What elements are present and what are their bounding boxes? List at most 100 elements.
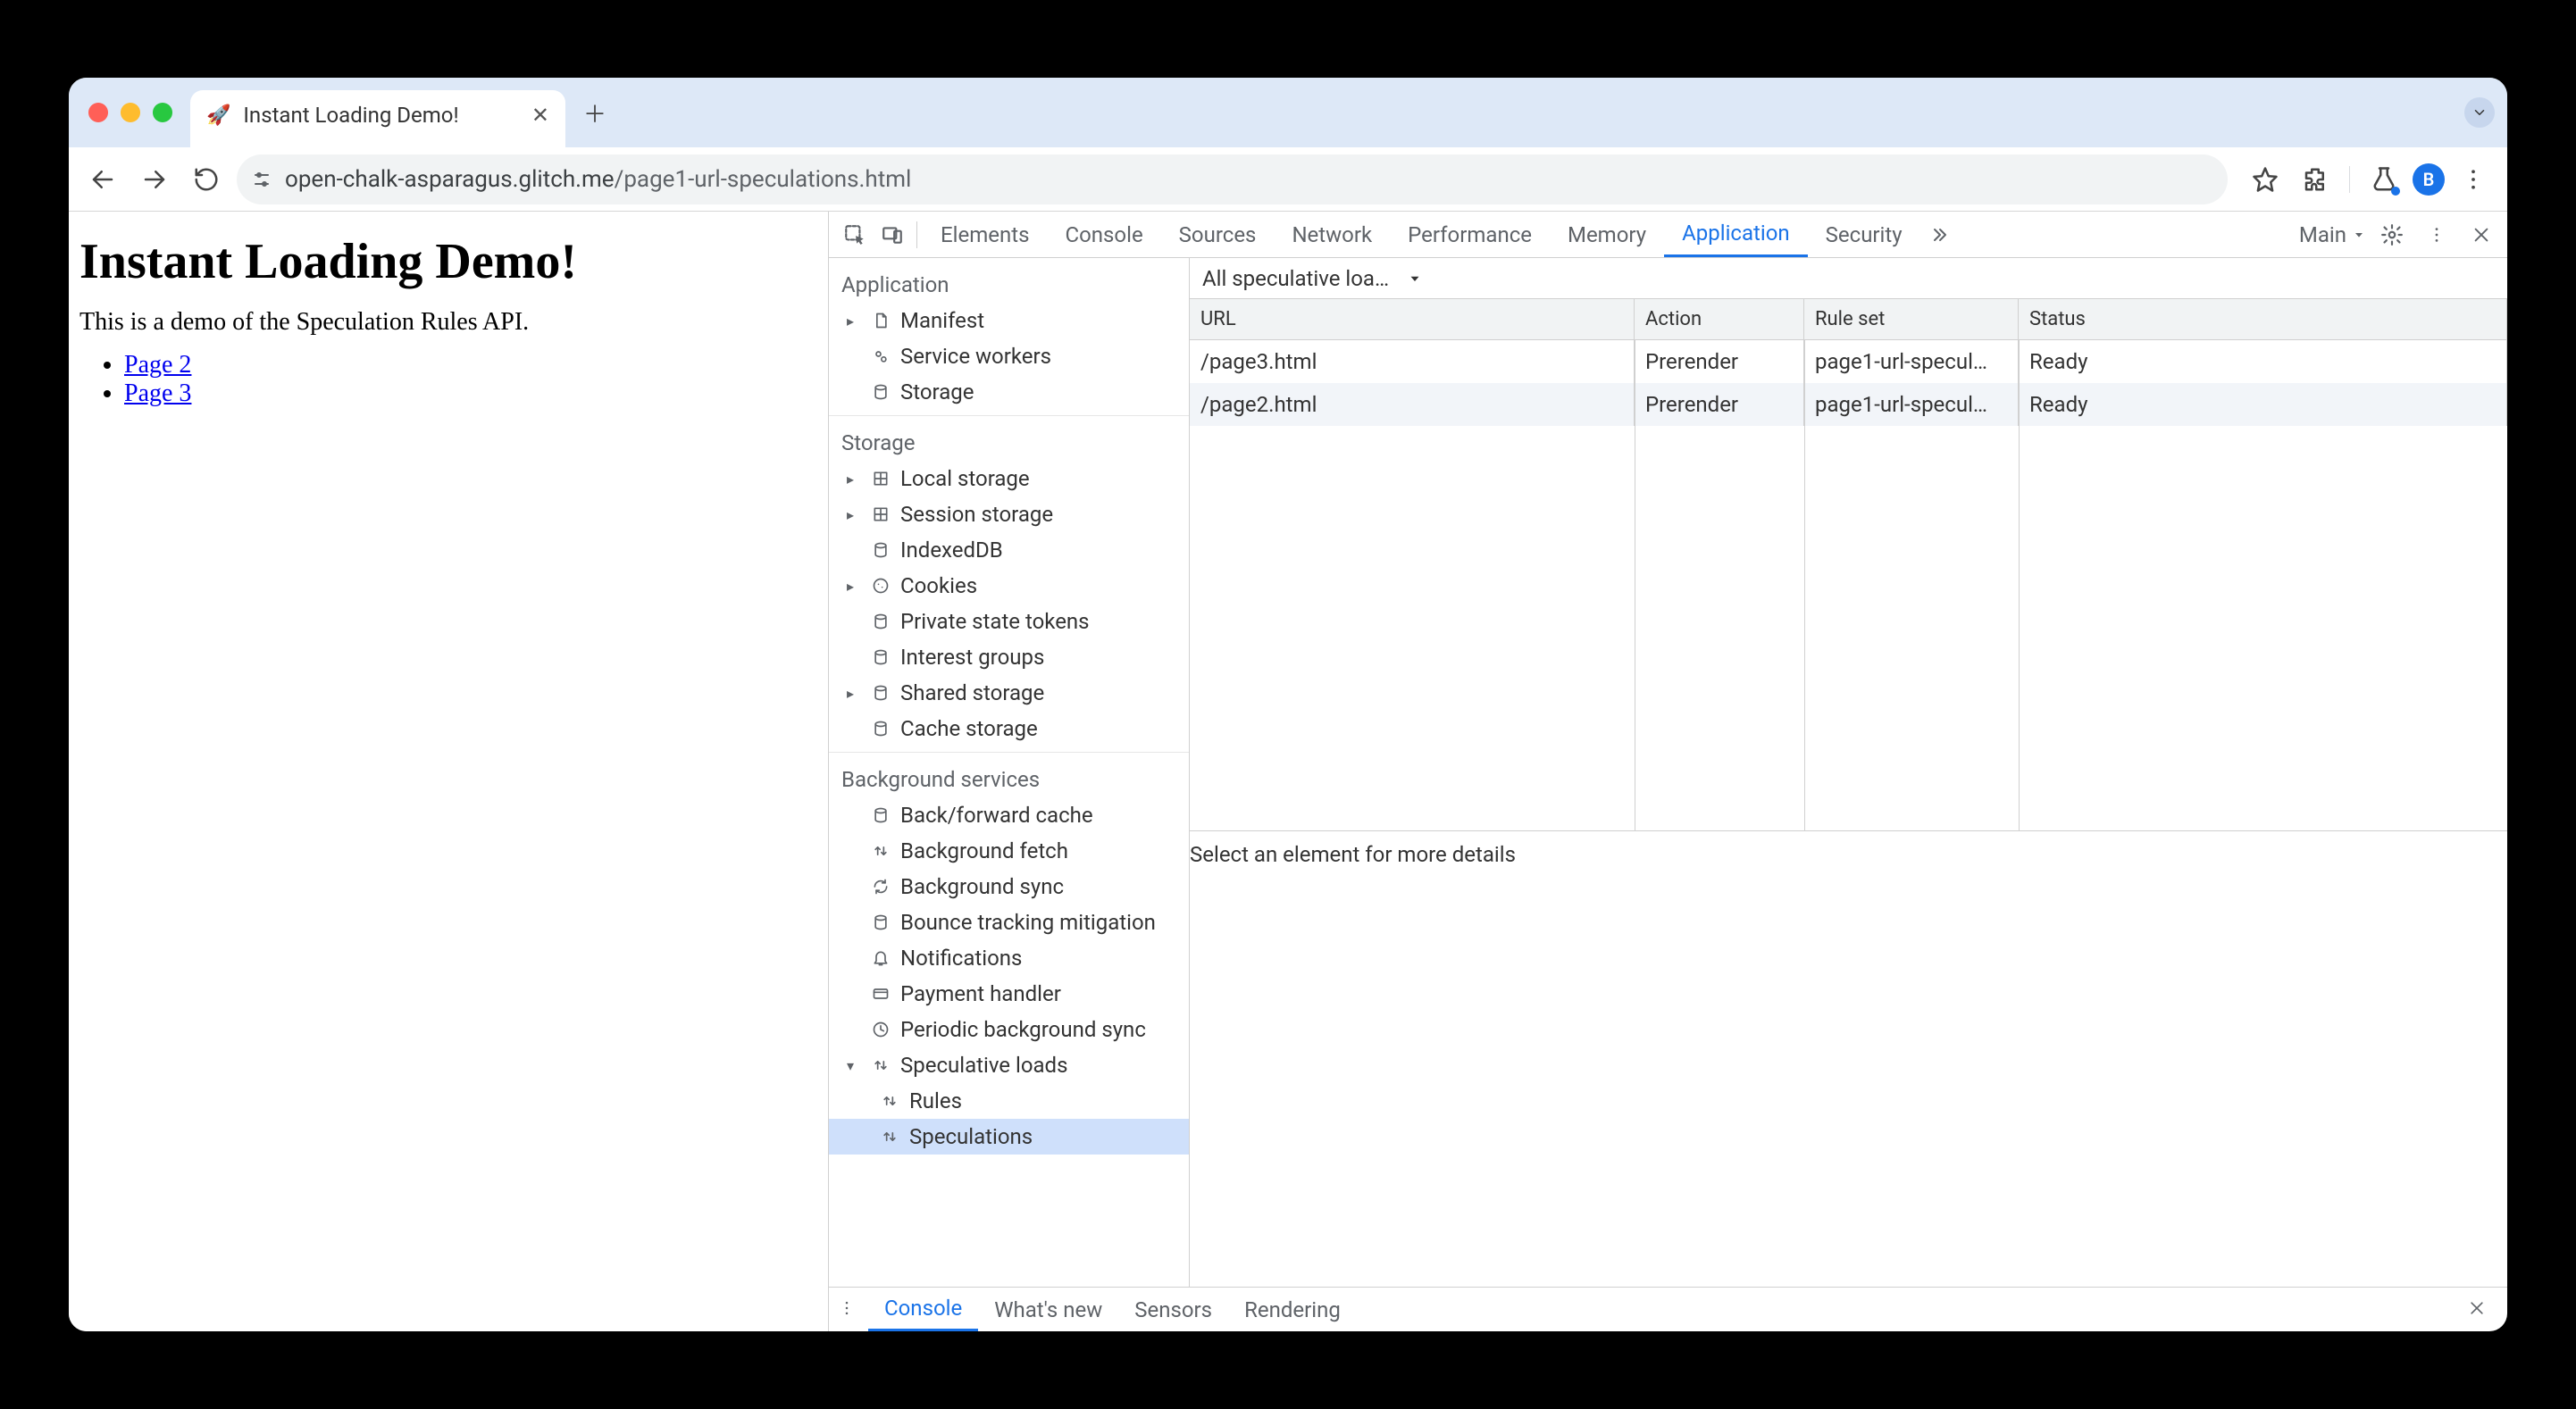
sidebar-item-rules[interactable]: Rules — [829, 1083, 1189, 1119]
sidebar-item-storage[interactable]: Storage — [829, 374, 1189, 410]
drawer-tab-console[interactable]: Console — [868, 1288, 978, 1331]
db-icon — [870, 912, 891, 933]
sidebar-item-shared-storage[interactable]: ▸Shared storage — [829, 675, 1189, 711]
col-action[interactable]: Action — [1635, 299, 1804, 339]
sidebar-section-background: Background services — [829, 758, 1189, 797]
sidebar-item-background-fetch[interactable]: Background fetch — [829, 833, 1189, 869]
browser-tab[interactable]: 🚀 Instant Loading Demo! ✕ — [190, 90, 565, 147]
new-tab-button[interactable]: ＋ — [580, 97, 610, 128]
sidebar-item-manifest[interactable]: ▸Manifest — [829, 303, 1189, 338]
sidebar-item-notifications[interactable]: Notifications — [829, 940, 1189, 976]
updown-icon — [879, 1126, 900, 1147]
col-ruleset[interactable]: Rule set — [1804, 299, 2019, 339]
tab-elements[interactable]: Elements — [923, 212, 1047, 257]
tab-security[interactable]: Security — [1808, 212, 1920, 257]
target-selector[interactable]: Main — [2299, 222, 2366, 247]
sidebar-item-indexeddb[interactable]: IndexedDB — [829, 532, 1189, 568]
site-settings-icon[interactable] — [251, 169, 272, 190]
tab-sources[interactable]: Sources — [1161, 212, 1275, 257]
bell-icon — [870, 947, 891, 969]
db-icon — [870, 539, 891, 561]
sidebar-item-private-state-tokens[interactable]: Private state tokens — [829, 604, 1189, 639]
bookmark-button[interactable] — [2244, 158, 2287, 201]
grid-icon — [870, 504, 891, 525]
tab-console[interactable]: Console — [1047, 212, 1160, 257]
table-row[interactable]: /page3.html Prerender page1-url-specul… … — [1190, 340, 2507, 383]
gears-icon — [870, 346, 891, 367]
clock-icon — [870, 1019, 891, 1040]
sidebar-item-bf-cache[interactable]: Back/forward cache — [829, 797, 1189, 833]
forward-button[interactable] — [133, 158, 176, 201]
tab-application[interactable]: Application — [1664, 212, 1808, 257]
updown-icon — [879, 1090, 900, 1112]
sidebar-item-local-storage[interactable]: ▸Local storage — [829, 461, 1189, 496]
sidebar-item-payment-handler[interactable]: Payment handler — [829, 976, 1189, 1012]
cookie-icon — [870, 575, 891, 596]
url-text: open-chalk-asparagus.glitch.me/page1-url… — [285, 166, 911, 193]
tab-performance[interactable]: Performance — [1390, 212, 1550, 257]
browser-window: 🚀 Instant Loading Demo! ✕ ＋ open-chalk-a… — [69, 78, 2507, 1331]
page-paragraph: This is a demo of the Speculation Rules … — [79, 308, 817, 337]
settings-icon[interactable] — [2373, 216, 2411, 254]
page-heading: Instant Loading Demo! — [79, 233, 817, 290]
devtools-tab-bar: Elements Console Sources Network Perform… — [829, 212, 2507, 258]
speculations-table: URL Action Rule set Status /page3.html P… — [1190, 299, 2507, 831]
drawer-tab-rendering[interactable]: Rendering — [1228, 1288, 1357, 1331]
minimize-window-button[interactable] — [121, 103, 140, 122]
tab-memory[interactable]: Memory — [1550, 212, 1664, 257]
col-url[interactable]: URL — [1190, 299, 1635, 339]
favicon-icon: 🚀 — [206, 104, 230, 127]
close-tab-icon[interactable]: ✕ — [496, 103, 549, 128]
col-status[interactable]: Status — [2019, 299, 2507, 339]
devtools-main: All speculative loa… URL Action Rule set… — [1190, 258, 2507, 1287]
sidebar-item-interest-groups[interactable]: Interest groups — [829, 639, 1189, 675]
inspect-element-icon[interactable] — [836, 216, 874, 254]
window-controls — [81, 103, 181, 122]
db-icon — [870, 381, 891, 403]
sidebar-item-speculations[interactable]: Speculations — [829, 1119, 1189, 1155]
sidebar-item-session-storage[interactable]: ▸Session storage — [829, 496, 1189, 532]
address-bar[interactable]: open-chalk-asparagus.glitch.me/page1-url… — [237, 154, 2228, 204]
table-row[interactable]: /page2.html Prerender page1-url-specul… … — [1190, 383, 2507, 426]
sidebar-item-periodic-sync[interactable]: Periodic background sync — [829, 1012, 1189, 1047]
grid-icon — [870, 468, 891, 489]
devtools-menu-icon[interactable] — [2418, 216, 2455, 254]
page-link[interactable]: Page 2 — [124, 351, 191, 379]
labs-button[interactable] — [2363, 158, 2405, 201]
sidebar-section-application: Application — [829, 263, 1189, 303]
card-icon — [870, 983, 891, 1005]
speculation-filter-select[interactable]: All speculative loa… — [1202, 266, 1423, 291]
page-link[interactable]: Page 3 — [124, 379, 191, 407]
sidebar-item-speculative-loads[interactable]: ▾Speculative loads — [829, 1047, 1189, 1083]
extensions-button[interactable] — [2294, 158, 2337, 201]
drawer-tab-sensors[interactable]: Sensors — [1118, 1288, 1228, 1331]
sidebar-item-service-workers[interactable]: Service workers — [829, 338, 1189, 374]
tab-title: Instant Loading Demo! — [243, 103, 458, 128]
devtools-drawer: Console What's new Sensors Rendering — [829, 1287, 2507, 1331]
drawer-menu-icon[interactable] — [838, 1297, 868, 1322]
application-sidebar: Application ▸Manifest Service workers St… — [829, 258, 1190, 1287]
close-window-button[interactable] — [88, 103, 108, 122]
sidebar-item-background-sync[interactable]: Background sync — [829, 869, 1189, 905]
reload-button[interactable] — [185, 158, 228, 201]
updown-icon — [870, 1055, 891, 1076]
content-area: Instant Loading Demo! This is a demo of … — [69, 212, 2507, 1331]
profile-avatar[interactable]: B — [2413, 163, 2445, 196]
close-drawer-icon[interactable] — [2468, 1297, 2498, 1322]
sidebar-item-cache-storage[interactable]: Cache storage — [829, 711, 1189, 746]
sidebar-item-bounce-tracking[interactable]: Bounce tracking mitigation — [829, 905, 1189, 940]
sidebar-section-storage: Storage — [829, 421, 1189, 461]
tab-network[interactable]: Network — [1274, 212, 1390, 257]
tab-search-button[interactable] — [2464, 97, 2495, 128]
chrome-menu-button[interactable] — [2452, 158, 2495, 201]
db-icon — [870, 646, 891, 668]
back-button[interactable] — [81, 158, 124, 201]
sidebar-item-cookies[interactable]: ▸Cookies — [829, 568, 1189, 604]
maximize-window-button[interactable] — [153, 103, 172, 122]
device-toolbar-icon[interactable] — [874, 216, 911, 254]
drawer-tab-whatsnew[interactable]: What's new — [978, 1288, 1118, 1331]
more-tabs-icon[interactable] — [1920, 216, 1958, 254]
close-devtools-icon[interactable] — [2463, 216, 2500, 254]
tab-strip: 🚀 Instant Loading Demo! ✕ ＋ — [69, 78, 2507, 147]
detail-placeholder: Select an element for more details — [1190, 831, 2507, 878]
